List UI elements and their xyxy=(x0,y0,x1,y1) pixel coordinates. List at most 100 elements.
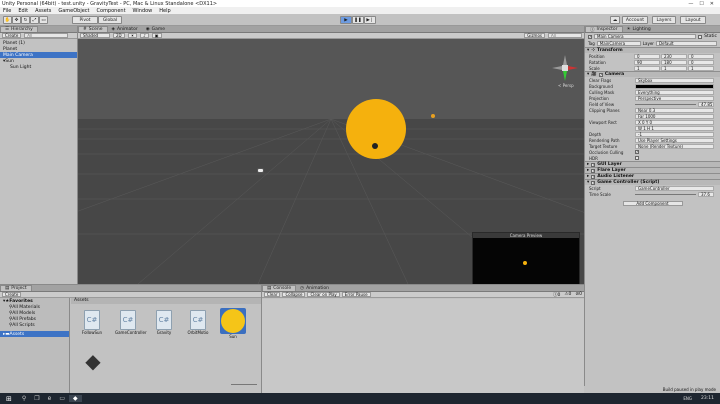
gizmos-dropdown[interactable]: Gizmos xyxy=(524,33,545,38)
maximize-button[interactable]: ☐ xyxy=(699,1,703,7)
asset-gamecontroller[interactable]: C# GameController xyxy=(115,310,147,335)
rotate-tool-button[interactable]: ↻ xyxy=(21,16,30,24)
language-indicator[interactable]: ENG xyxy=(680,396,695,401)
clipping-near-field[interactable]: Near 0.3 xyxy=(635,107,714,113)
rect-tool-button[interactable]: ▭ xyxy=(39,16,48,24)
asset-orbitmotio[interactable]: C# OrbitMotio xyxy=(185,310,211,335)
hand-tool-button[interactable]: ✋ xyxy=(3,16,12,24)
menu-gameobject[interactable]: GameObject xyxy=(58,8,89,14)
planet-1-sphere[interactable] xyxy=(431,114,435,118)
audio-toggle[interactable]: ♪ xyxy=(140,33,149,38)
console-info-toggle[interactable]: ⓘ0 xyxy=(553,292,560,298)
effects-toggle[interactable]: ▣ xyxy=(151,33,162,38)
occlusion-culling-checkbox[interactable]: ✓ xyxy=(635,150,639,154)
scene-search-input[interactable] xyxy=(548,33,582,38)
position-x-field[interactable]: 0 xyxy=(634,53,660,59)
tab-animator[interactable]: ◈ Animator xyxy=(108,26,142,32)
menu-edit[interactable]: Edit xyxy=(18,8,28,14)
tab-project[interactable]: ▤ Project xyxy=(0,285,32,291)
console-clear-on-play-button[interactable]: Clear on Play xyxy=(307,292,340,297)
rotation-y-field[interactable]: 180 xyxy=(661,59,687,65)
gui-layer-checkbox[interactable]: ✓ xyxy=(591,162,596,167)
unity-taskbar-icon[interactable]: ◆ xyxy=(69,395,82,402)
collab-button[interactable]: ☁ xyxy=(610,16,620,24)
menu-help[interactable]: Help xyxy=(159,8,170,14)
sun-sphere[interactable] xyxy=(346,99,406,159)
asset-sun[interactable]: Sun xyxy=(219,308,247,339)
flare-layer-checkbox[interactable]: ✓ xyxy=(591,168,596,173)
tab-scene[interactable]: # Scene xyxy=(78,26,108,32)
depth-field[interactable]: -1 xyxy=(635,131,714,137)
console-warning-toggle[interactable]: ⚠0 xyxy=(564,292,571,297)
camera-enabled-checkbox[interactable]: ✓ xyxy=(598,72,603,77)
viewport-xy-field[interactable]: X 0 Y 0 xyxy=(635,119,714,125)
layers-dropdown[interactable]: Layers xyxy=(652,16,676,24)
active-checkbox[interactable]: ✓ xyxy=(588,34,592,39)
target-texture-field[interactable]: None (Render Texture) xyxy=(635,143,714,149)
game-controller-checkbox[interactable]: ✓ xyxy=(591,180,596,185)
hdr-checkbox[interactable] xyxy=(635,156,639,160)
fav-all-scripts[interactable]: ⚲ All Scripts xyxy=(0,322,69,328)
project-create-button[interactable]: Create xyxy=(2,292,22,297)
explorer-icon[interactable]: ▭ xyxy=(55,395,69,402)
2d-toggle[interactable]: 2D xyxy=(113,33,125,38)
tab-animation[interactable]: ◷ Animation xyxy=(296,285,333,291)
edge-icon[interactable]: e xyxy=(44,395,56,402)
position-z-field[interactable]: 0 xyxy=(688,53,714,59)
scale-z-field[interactable]: 1 xyxy=(688,65,714,71)
planet-sphere[interactable] xyxy=(372,143,378,149)
play-button[interactable]: ▶ xyxy=(340,16,352,24)
rotation-z-field[interactable]: 0 xyxy=(688,59,714,65)
background-color-field[interactable] xyxy=(635,83,714,89)
scene-viewport[interactable]: < Persp Camera Preview xyxy=(78,39,584,284)
tab-inspector[interactable]: ⓘ Inspector xyxy=(585,26,623,33)
tab-console[interactable]: ▤ Console xyxy=(262,285,297,291)
taskbar-clock[interactable]: 23:11 xyxy=(695,396,720,401)
rotation-x-field[interactable]: 90 xyxy=(634,59,660,65)
orientation-gizmo[interactable] xyxy=(550,53,580,83)
scale-tool-button[interactable]: ⤢ xyxy=(30,16,39,24)
tab-hierarchy[interactable]: ☰ Hierarchy xyxy=(0,26,38,32)
tab-lighting[interactable]: ☀ Lighting xyxy=(623,26,655,32)
task-view-icon[interactable]: ❐ xyxy=(30,395,43,402)
scale-x-field[interactable]: 1 xyxy=(634,65,660,71)
menu-file[interactable]: File xyxy=(3,8,11,14)
add-component-button[interactable]: Add Component xyxy=(622,201,683,206)
pivot-toggle[interactable]: Pivot xyxy=(72,16,98,24)
move-tool-button[interactable]: ✥ xyxy=(12,16,21,24)
audio-listener-checkbox[interactable]: ✓ xyxy=(591,174,596,179)
fov-field[interactable]: 47.85 xyxy=(698,101,714,107)
menu-component[interactable]: Component xyxy=(97,8,126,14)
camera-gizmo-icon[interactable] xyxy=(257,168,264,173)
static-checkbox[interactable] xyxy=(698,34,703,39)
menu-window[interactable]: Window xyxy=(133,8,153,14)
hierarchy-create-button[interactable]: Create xyxy=(2,33,22,38)
clear-flags-dropdown[interactable]: Skybox xyxy=(635,77,714,83)
projection-dropdown[interactable]: Perspective xyxy=(635,95,714,101)
script-field[interactable]: GameController xyxy=(635,185,714,191)
position-y-field[interactable]: 230 xyxy=(661,53,687,59)
time-scale-slider[interactable] xyxy=(635,193,696,195)
account-dropdown[interactable]: Account xyxy=(622,16,648,24)
global-toggle[interactable]: Global xyxy=(98,16,122,24)
start-windows-icon[interactable]: ⊞ xyxy=(0,395,18,403)
console-error-pause-button[interactable]: Error Pause xyxy=(341,292,371,297)
pause-button[interactable]: ❚❚ xyxy=(352,16,364,24)
layer-dropdown[interactable]: Default xyxy=(655,41,717,46)
minimize-button[interactable]: — xyxy=(688,1,693,7)
fov-slider[interactable] xyxy=(635,103,696,105)
scale-y-field[interactable]: 1 xyxy=(661,65,687,71)
asset-gravity[interactable]: C# Gravity xyxy=(151,310,177,335)
console-clear-button[interactable]: Clear xyxy=(264,292,281,297)
tag-dropdown[interactable]: MainCamera xyxy=(596,41,641,46)
step-button[interactable]: ▶❘ xyxy=(364,16,376,24)
culling-mask-dropdown[interactable]: Everything xyxy=(635,89,714,95)
asset-scene[interactable]: ◆ xyxy=(81,350,105,372)
console-log-area[interactable] xyxy=(262,299,584,393)
assets-folder[interactable]: ▸▬ Assets xyxy=(0,331,69,337)
clipping-far-field[interactable]: Far 1000 xyxy=(635,113,714,119)
tab-game[interactable]: ◉ Game xyxy=(142,26,169,32)
persp-label[interactable]: < Persp xyxy=(558,83,574,88)
close-button[interactable]: ✕ xyxy=(710,1,714,7)
layout-dropdown[interactable]: Layout xyxy=(680,16,706,24)
